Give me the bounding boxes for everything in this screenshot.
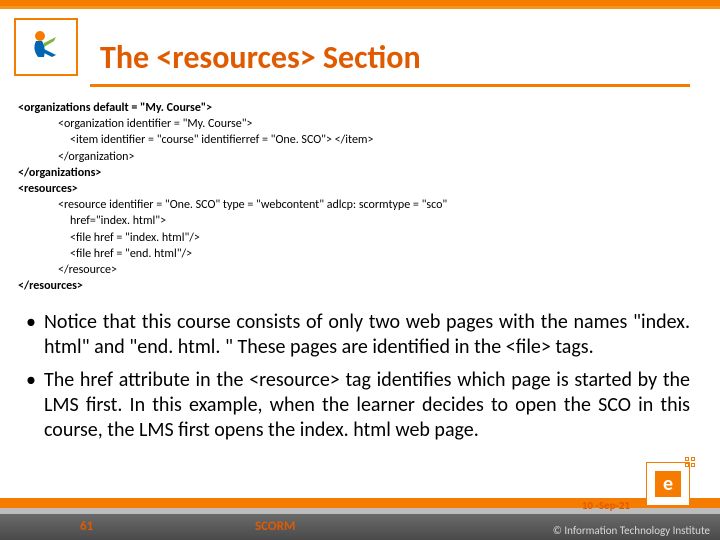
bullet-item: • The href attribute in the <resource> t… xyxy=(26,368,690,443)
code-line: <file href = "index. html"/> xyxy=(18,230,702,246)
code-line: <item identifier = "course" identifierre… xyxy=(18,132,702,148)
code-line: </organizations> xyxy=(18,165,702,181)
footer-logo-dots-icon xyxy=(685,457,695,467)
code-line: <file href = "end. html"/> xyxy=(18,246,702,262)
footer-logo: e xyxy=(646,462,690,506)
bullet-text: Notice that this course consists of only… xyxy=(44,310,690,360)
code-line: <resource identifier = "One. SCO" type =… xyxy=(18,197,702,213)
footer-copyright: © Information Technology Institute xyxy=(553,524,710,537)
footer-date: 10 -Sep-21 xyxy=(582,499,630,512)
top-border-thin xyxy=(0,6,720,9)
code-line: href="index. html"> xyxy=(18,213,702,229)
code-line: <organizations default = "My. Course"> xyxy=(18,100,702,116)
code-line: </resources> xyxy=(18,278,702,294)
bullet-text: The href attribute in the <resource> tag… xyxy=(44,368,690,443)
slide-title: The <resources> Section xyxy=(100,38,421,77)
bullet-list: • Notice that this course consists of on… xyxy=(26,310,690,451)
logo xyxy=(14,18,78,76)
bullet-dot: • xyxy=(26,368,44,443)
code-line: <organization identifier = "My. Course"> xyxy=(18,116,702,132)
logo-icon xyxy=(26,27,66,67)
code-line: </organization> xyxy=(18,149,702,165)
xml-code-block: <organizations default = "My. Course"> <… xyxy=(18,100,702,294)
page-number: 61 xyxy=(80,519,93,534)
footer-center-title: SCORM xyxy=(255,519,295,534)
bullet-item: • Notice that this course consists of on… xyxy=(26,310,690,360)
title-underline xyxy=(90,84,690,87)
code-line: <resources> xyxy=(18,181,702,197)
code-line: </resource> xyxy=(18,262,702,278)
bullet-dot: • xyxy=(26,310,44,360)
footer-logo-letter: e xyxy=(655,471,681,497)
